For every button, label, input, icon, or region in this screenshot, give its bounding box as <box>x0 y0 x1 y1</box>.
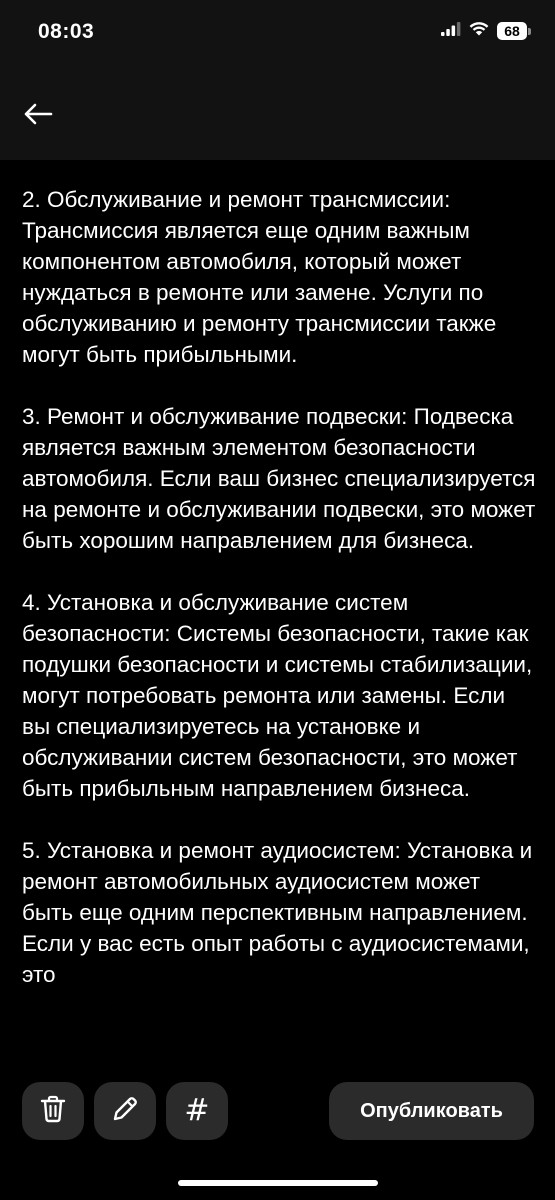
home-indicator[interactable] <box>178 1180 378 1186</box>
status-bar: 08:03 68 <box>0 0 555 66</box>
pencil-icon <box>111 1095 139 1128</box>
trash-icon <box>40 1095 66 1128</box>
paragraph-audio-systems: 5. Установка и ремонт аудиосистем: Устан… <box>22 838 533 987</box>
edit-button[interactable] <box>94 1082 156 1140</box>
cellular-signal-icon <box>441 21 461 41</box>
hashtag-button[interactable]: # <box>166 1082 228 1140</box>
battery-tip <box>528 27 531 35</box>
battery-level: 68 <box>497 22 527 40</box>
article-text[interactable]: 2. Обслуживание и ремонт трансмиссии: Тр… <box>22 184 537 1068</box>
back-button[interactable] <box>18 96 58 136</box>
arrow-left-icon <box>23 102 53 131</box>
status-time: 08:03 <box>38 20 95 43</box>
status-icons: 68 <box>441 21 531 41</box>
battery-icon: 68 <box>497 21 531 41</box>
hashtag-icon: # <box>184 1093 210 1128</box>
delete-button[interactable] <box>22 1082 84 1140</box>
paragraph-safety-systems: 4. Установка и обслуживание систем безоп… <box>22 590 533 801</box>
top-area: 08:03 68 <box>0 0 555 160</box>
wifi-icon <box>469 21 489 41</box>
paragraph-transmission: 2. Обслуживание и ремонт трансмиссии: Тр… <box>22 187 497 367</box>
paragraph-suspension: 3. Ремонт и обслуживание подвески: Подве… <box>22 404 536 553</box>
publish-button[interactable]: Опубликовать <box>329 1082 534 1140</box>
